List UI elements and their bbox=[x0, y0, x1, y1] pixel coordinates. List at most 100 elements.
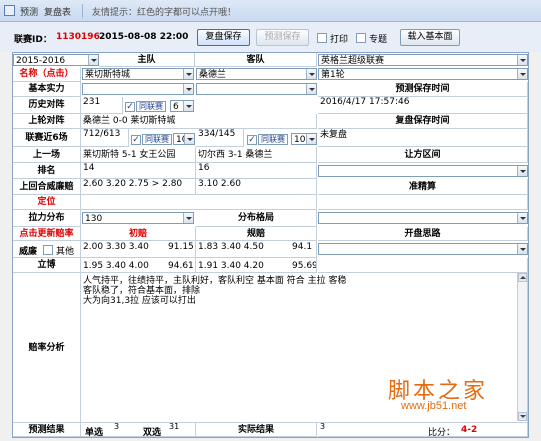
chevron-down-icon[interactable] bbox=[517, 213, 527, 223]
predict-save-time-label: 预测保存时间 bbox=[318, 82, 528, 97]
print-checkbox[interactable] bbox=[317, 33, 327, 43]
opening-thought-value[interactable] bbox=[318, 258, 528, 273]
away-team-select[interactable]: 桑德兰 bbox=[196, 68, 317, 80]
scroll-up-icon[interactable] bbox=[518, 273, 527, 282]
chevron-down-icon[interactable] bbox=[306, 84, 316, 94]
opening-thought-header: 开盘思路 bbox=[318, 227, 528, 241]
rank-label: 排名 bbox=[13, 163, 81, 179]
analysis-line-3: 大为向31,3拉 应该可以打出 bbox=[83, 296, 196, 306]
app-icon bbox=[4, 5, 15, 16]
topic-label: 专题 bbox=[369, 35, 388, 45]
round-select[interactable]: 第1轮 bbox=[318, 68, 528, 80]
home-last-match: 莱切斯特 5-1 女王公园 bbox=[81, 147, 196, 163]
topic-checkbox[interactable] bbox=[356, 33, 366, 43]
handicap-range-select[interactable] bbox=[318, 165, 528, 177]
william-label: 威廉 bbox=[19, 247, 38, 257]
scroll-down-icon[interactable] bbox=[518, 412, 527, 421]
chevron-down-icon[interactable] bbox=[517, 166, 527, 176]
initial-odds-header: 初赔 bbox=[81, 227, 196, 241]
distribution-pattern-label: 分布格局 bbox=[196, 210, 317, 227]
home-rank: 14 bbox=[81, 163, 196, 179]
away-recent6-same-league-button[interactable]: 同联赛 bbox=[258, 134, 288, 145]
predict-save-time: 2016/4/17 17:57:46 bbox=[318, 97, 528, 114]
home-recent6-count-select[interactable]: 10 bbox=[173, 133, 195, 145]
away-strength-select[interactable] bbox=[196, 83, 317, 95]
away-rank: 16 bbox=[196, 163, 317, 179]
h2h-same-league-button[interactable]: 同联赛 bbox=[136, 101, 166, 112]
chevron-down-icon[interactable] bbox=[183, 69, 193, 79]
analysis-scrollbar[interactable] bbox=[517, 273, 527, 421]
precise-calc-label: 准精算 bbox=[318, 179, 528, 195]
chevron-down-icon[interactable] bbox=[517, 244, 527, 254]
match-id-label: 联赛ID： bbox=[14, 35, 52, 45]
away-recent6-checkbox[interactable] bbox=[247, 135, 257, 145]
toolbar: 联赛ID： 1130196 2015-08-08 22:00 复盘保存 预测保存… bbox=[0, 22, 541, 52]
single-value[interactable]: 3 bbox=[114, 422, 119, 431]
chevron-down-icon[interactable] bbox=[183, 213, 193, 223]
chevron-down-icon[interactable] bbox=[517, 55, 527, 65]
save-predict-button[interactable]: 预测保存 bbox=[256, 29, 309, 46]
divider bbox=[82, 4, 83, 18]
libo-rule-odds: 1.91 3.40 4.20 95.69 bbox=[196, 258, 317, 273]
libo-label: 立博 bbox=[13, 258, 81, 273]
home-team-select[interactable]: 莱切斯特城 bbox=[82, 68, 194, 80]
precise-calc-value[interactable] bbox=[318, 195, 528, 210]
other-checkbox[interactable] bbox=[43, 245, 53, 255]
other-label: 其他 bbox=[56, 247, 75, 257]
home-recent6-value: 712/613 bbox=[81, 129, 129, 147]
team-name-label[interactable]: 名称（点击） bbox=[13, 67, 81, 82]
chevron-down-icon[interactable] bbox=[306, 134, 316, 144]
update-odds-link[interactable]: 点击更新赔率 bbox=[13, 227, 81, 241]
h2h-same-league-checkbox[interactable] bbox=[125, 102, 135, 112]
pull-label: 拉力分布 bbox=[13, 210, 81, 227]
home-strength-select[interactable] bbox=[82, 83, 194, 95]
match-id-value: 1130196 bbox=[56, 32, 100, 42]
print-label: 打印 bbox=[330, 35, 349, 45]
opening-thought-select[interactable] bbox=[318, 243, 528, 255]
home-last-odds: 2.60 3.20 2.75 > 2.80 bbox=[81, 179, 196, 195]
last-h2h-label: 上轮对阵 bbox=[13, 114, 81, 129]
rule-odds-header: 规赔 bbox=[196, 227, 317, 241]
home-recent6-checkbox[interactable] bbox=[131, 135, 141, 145]
season-select[interactable]: 2015-2016 bbox=[13, 54, 99, 66]
match-datetime: 2015-08-08 22:00 bbox=[99, 32, 189, 42]
chevron-down-icon[interactable] bbox=[183, 84, 193, 94]
actual-result-label: 实际结果 bbox=[196, 423, 317, 437]
replay-save-time-label: 复盘保存时间 bbox=[318, 114, 528, 129]
h2h-value: 231 bbox=[81, 97, 123, 114]
away-last-match: 切尔西 3-1 桑德兰 bbox=[196, 147, 317, 163]
pull-select[interactable]: 130 bbox=[82, 212, 194, 224]
score-value: 4-2 bbox=[461, 425, 478, 435]
league-select[interactable]: 英格兰超级联赛 bbox=[318, 54, 528, 66]
actual-result-value[interactable] bbox=[318, 423, 528, 437]
watermark-url: www.jb51.net bbox=[401, 400, 467, 412]
chevron-down-icon[interactable] bbox=[183, 101, 193, 111]
double-value[interactable]: 31 bbox=[169, 422, 179, 431]
away-last-odds: 3.10 2.60 bbox=[196, 179, 317, 195]
away-header: 客队 bbox=[195, 53, 317, 67]
score-label: 比分： bbox=[428, 428, 456, 438]
last-h2h-value: 桑德兰 0-0 莱切斯特城 bbox=[81, 114, 317, 129]
analysis-textarea[interactable]: 人气持平，往绩持平，主队利好，客队利空 基本面 符合 主拉 客稳 客队稳了，符合… bbox=[81, 273, 528, 423]
load-basic-button[interactable]: 载入基本面 bbox=[400, 29, 460, 46]
chevron-down-icon[interactable] bbox=[306, 69, 316, 79]
handicap-range-label: 让方区间 bbox=[318, 147, 528, 163]
strength-label: 基本实力 bbox=[13, 82, 81, 97]
h2h-count-select[interactable]: 6 bbox=[170, 100, 194, 112]
last-odds-label: 上回合威廉赔 bbox=[13, 179, 81, 195]
chevron-down-icon[interactable] bbox=[88, 55, 98, 65]
result-label: 预测结果 bbox=[13, 423, 81, 437]
tab-predict[interactable]: 预测 bbox=[20, 5, 38, 18]
save-replay-button[interactable]: 复盘保存 bbox=[197, 29, 250, 46]
home-header: 主队 bbox=[99, 53, 195, 67]
away-recent6-count-select[interactable]: 10 bbox=[291, 133, 317, 145]
chevron-down-icon[interactable] bbox=[184, 134, 194, 144]
distribution-pattern-select[interactable] bbox=[318, 212, 528, 224]
tab-replay[interactable]: 复盘表 bbox=[44, 5, 71, 18]
position-label[interactable]: 定位 bbox=[13, 195, 81, 210]
home-recent6-same-league-button[interactable]: 同联赛 bbox=[142, 134, 172, 145]
william-rule-odds: 1.83 3.40 4.50 94.1 bbox=[196, 241, 317, 258]
chevron-down-icon[interactable] bbox=[517, 69, 527, 79]
position-value[interactable] bbox=[81, 195, 317, 210]
libo-initial-odds: 1.95 3.40 4.00 94.61 bbox=[81, 258, 196, 273]
